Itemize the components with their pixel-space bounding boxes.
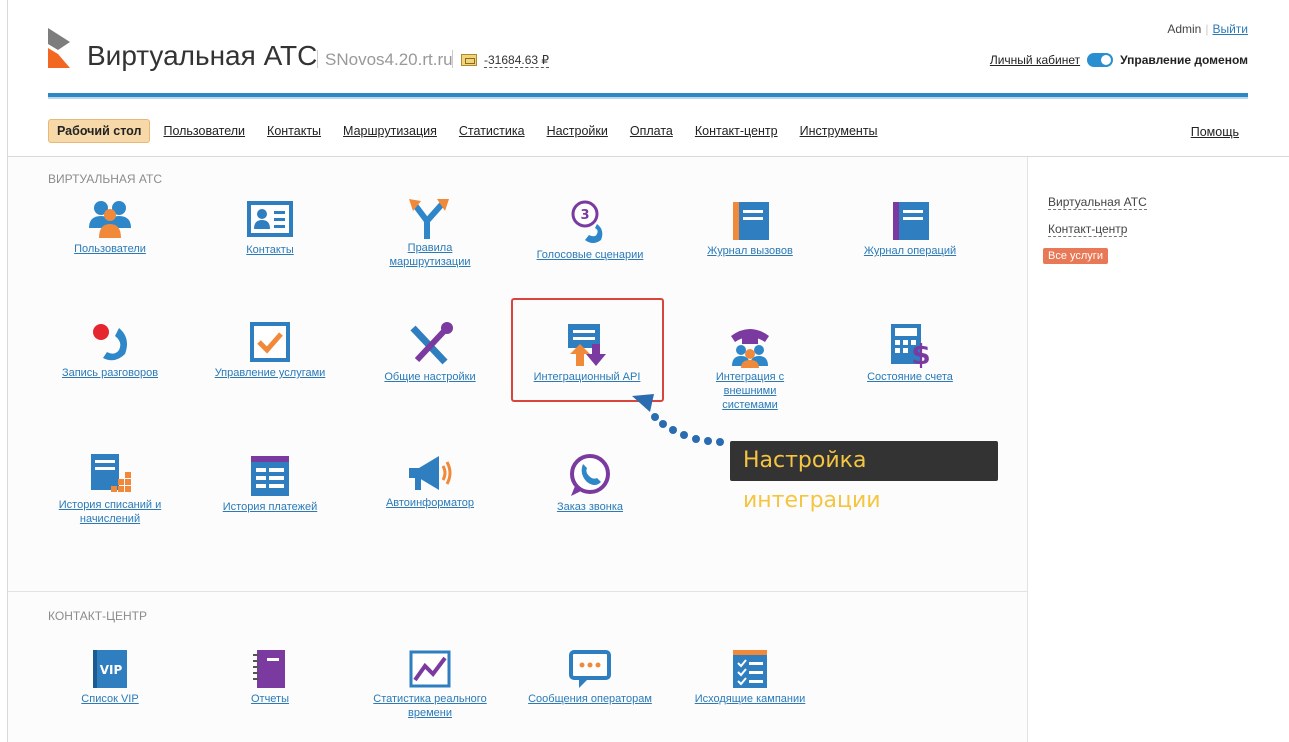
tile-realtime-stats[interactable]: Статистика реального времени [355,648,505,720]
contacts-icon [247,201,293,237]
tile-label: Исходящие кампании [694,693,806,705]
main-nav: Рабочий стол Пользователи Контакты Маршр… [48,119,900,143]
tile-users[interactable]: Пользователи [35,198,185,256]
dotted-arrow-icon [632,394,724,446]
separator: | [1205,22,1209,36]
tile-label: История платежей [222,501,318,513]
user-area: Admin | Выйти [1167,22,1248,36]
wallet-icon [461,54,477,66]
section-divider [8,591,1028,592]
help-link[interactable]: Помощь [1191,125,1239,139]
call-recording-icon [93,324,127,361]
tile-operator-messages[interactable]: Сообщения операторам [515,648,665,706]
rostelecom-logo [48,28,70,68]
nav-statistics[interactable]: Статистика [459,124,525,138]
tile-vip-list[interactable]: VIP Список VIP [35,648,185,706]
tile-general-settings[interactable]: Общие настройки [355,322,505,384]
users-icon [89,201,131,238]
domain-host: SNovos4.20.rt.ru [325,50,453,69]
tile-routing[interactable]: Правила маршрутизации [355,197,505,269]
tile-label: Статистика реального времени [373,693,487,719]
tile-label: Пользователи [74,243,146,255]
voice-number: 3 [580,208,589,223]
section-title-vats: Виртуальная АТС [48,172,162,186]
tile-label: Правила маршрутизации [389,242,471,268]
tile-autoinformer[interactable]: Автоинформатор [355,452,505,510]
vip-list-icon: VIP [93,650,127,688]
tile-reports[interactable]: Отчеты [195,648,345,706]
tile-label: Общие настройки [384,371,476,383]
tile-label: Журнал вызовов [707,245,793,257]
tile-label: Контакты [246,244,294,256]
nav-routing[interactable]: Маршрутизация [343,124,437,138]
personal-cabinet-link[interactable]: Личный кабинет [990,53,1080,67]
tools-icon [410,322,453,365]
user-name: Admin [1167,22,1202,36]
vip-text: VIP [100,663,123,677]
mode-toggle[interactable] [1087,53,1114,67]
operations-log-icon [893,202,929,240]
tile-label: Управление услугами [214,367,326,379]
call-log-icon [733,202,769,240]
routing-icon [409,199,449,239]
tile-label: Список VIP [81,693,139,705]
tile-outgoing-campaigns[interactable]: Исходящие кампании [675,648,825,706]
realtime-stats-icon [409,650,451,688]
voice-scenario-icon: 3 [571,200,603,243]
separator [452,50,453,68]
tile-label: Журнал операций [863,245,957,257]
tile-payments-history[interactable]: История платежей [195,454,345,514]
operator-messages-icon [569,650,611,688]
tile-label: Запись разговоров [61,367,159,379]
outgoing-campaigns-icon [733,650,767,688]
callout-tooltip: Настройка интеграции [730,441,998,513]
dollar-sign: $ [911,338,930,368]
nav-users[interactable]: Пользователи [163,124,245,138]
tile-label: Автоинформатор [385,497,475,509]
nav-desktop[interactable]: Рабочий стол [48,119,151,143]
callback-icon [570,454,610,496]
services-icon [250,322,290,362]
account-balance[interactable]: -31684.63 ₽ [484,54,550,68]
separator [317,50,318,68]
nav-settings[interactable]: Настройки [547,124,608,138]
nav-contacts[interactable]: Контакты [267,124,321,138]
domain-management-label: Управление доменом [1120,53,1248,67]
tile-label: Заказ звонка [556,501,624,513]
megaphone-icon [409,456,452,490]
reports-icon [253,650,285,688]
nav-tools[interactable]: Инструменты [800,124,878,138]
section-title-contact-center: Контакт-центр [48,609,147,623]
charges-history-icon [91,454,131,492]
tile-voice-scenarios[interactable]: 3 Голосовые сценарии [515,200,665,262]
tile-label: Состояние счета [867,371,953,383]
sidebar-item-vats[interactable]: Виртуальная АТС [1048,195,1147,210]
tile-callback[interactable]: Заказ звонка [515,452,665,514]
tile-label: Отчеты [250,693,290,705]
tile-label: Голосовые сценарии [536,249,644,261]
tile-services[interactable]: Управление услугами [195,322,345,380]
nav-contact-center[interactable]: Контакт-центр [695,124,778,138]
tile-contacts[interactable]: Контакты [195,199,345,257]
account-state-icon: $ [891,324,931,368]
app-title: Виртуальная АТС [87,40,318,71]
header-bar-shadow [48,97,1248,99]
mode-switch: Личный кабинет Управление доменом [990,53,1248,67]
nav-payment[interactable]: Оплата [630,124,673,138]
tile-charges-history[interactable]: История списаний и начислений [35,452,185,526]
payments-history-icon [251,456,289,496]
tile-label: История списаний и начислений [58,499,162,525]
all-services-badge[interactable]: Все услуги [1043,248,1108,264]
external-integration-icon [731,329,769,368]
tile-operations-log[interactable]: Журнал операций [835,200,985,258]
tile-account-state[interactable]: $ Состояние счета [835,322,985,384]
tile-call-log[interactable]: Журнал вызовов [675,200,825,258]
highlight-frame [511,298,664,402]
tile-call-recording[interactable]: Запись разговоров [35,322,185,380]
logout-link[interactable]: Выйти [1212,22,1248,36]
sidebar-item-contact-center[interactable]: Контакт-центр [1048,222,1128,237]
tile-label: Сообщения операторам [528,693,652,705]
